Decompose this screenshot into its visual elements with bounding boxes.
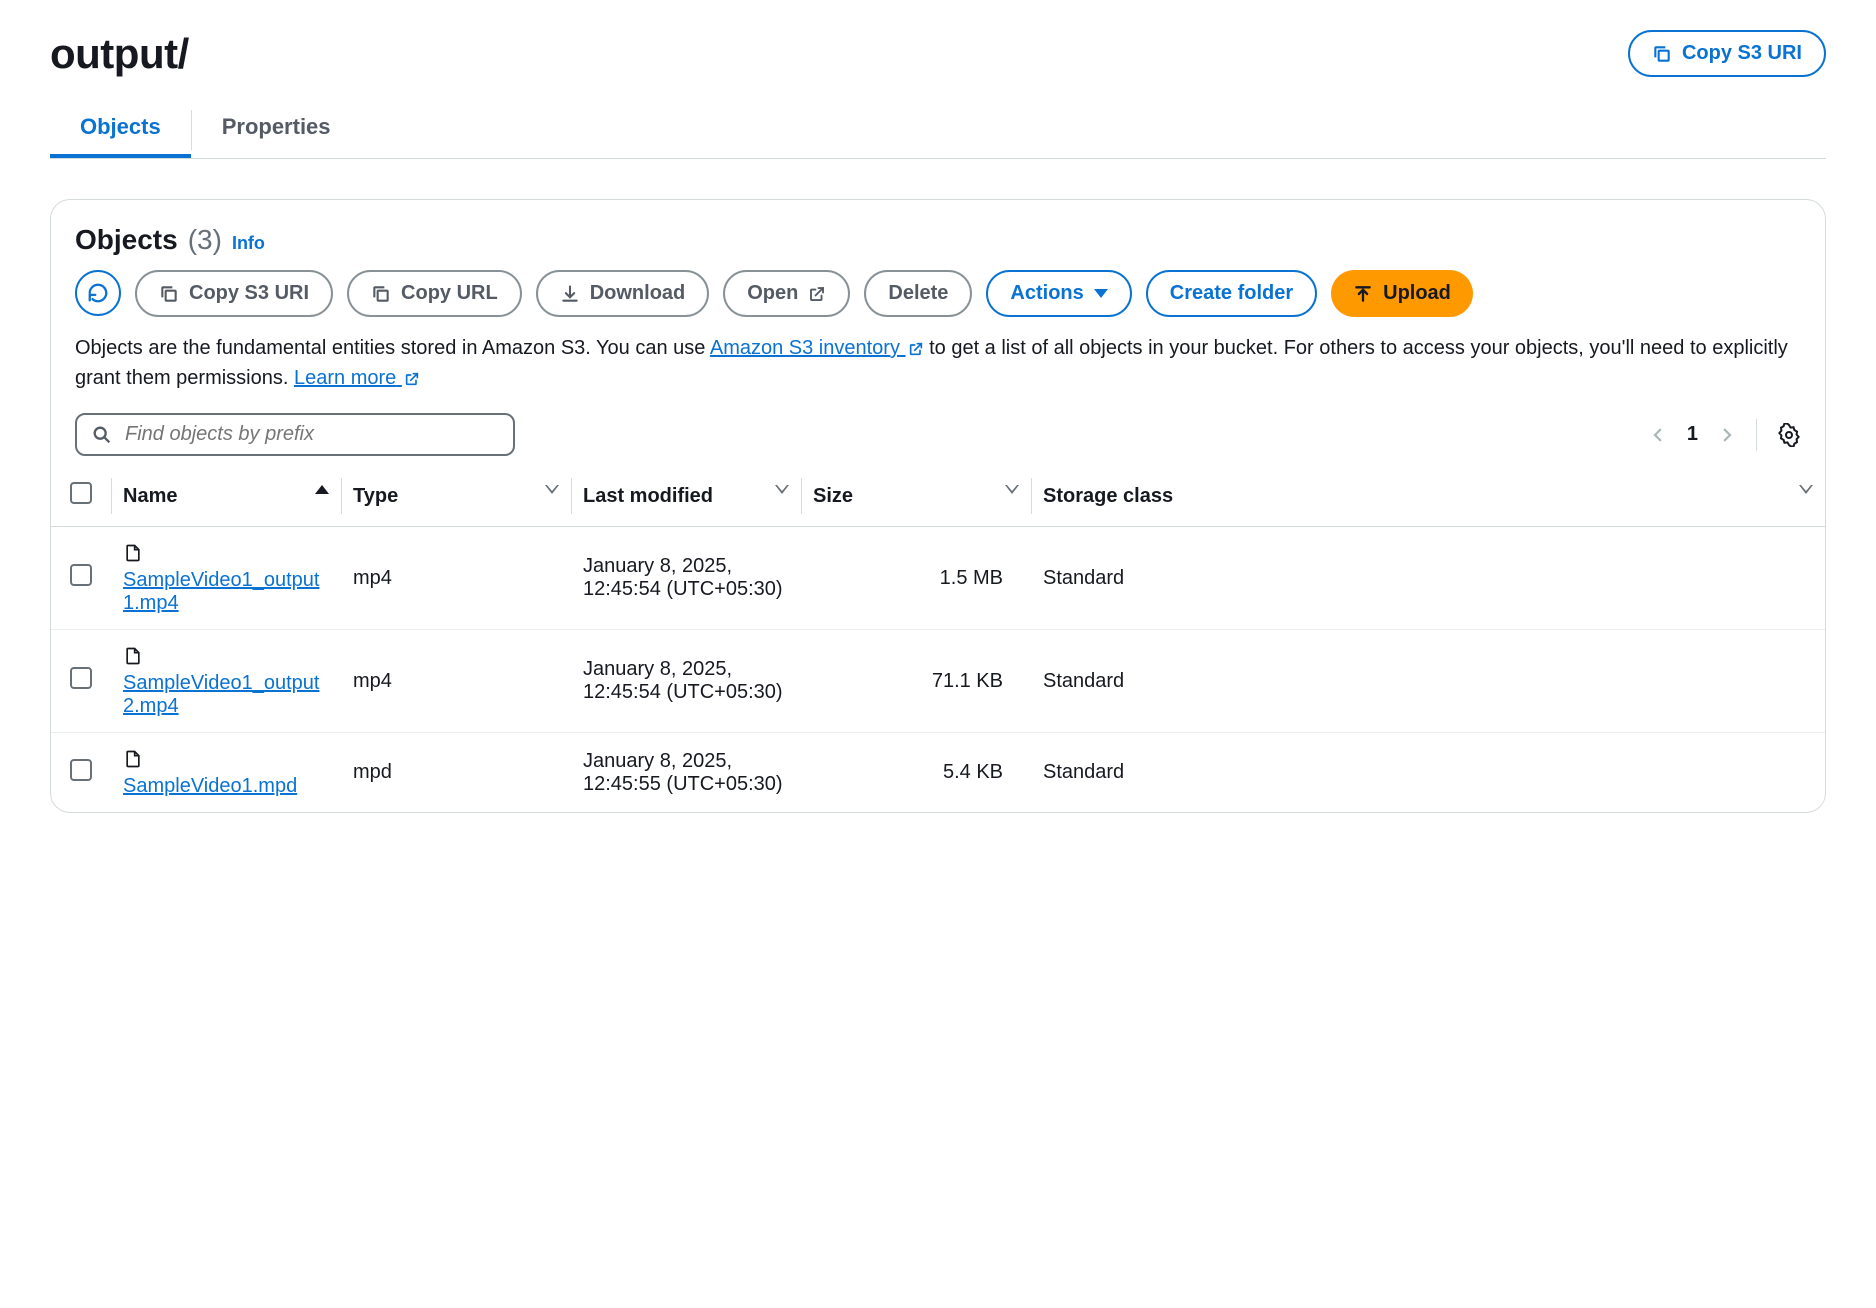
search-input[interactable]: [125, 423, 499, 446]
col-storage[interactable]: Storage class: [1031, 466, 1825, 527]
table-row: SampleVideo1_output2.mp4 mp4January 8, 20…: [51, 630, 1825, 733]
tab-objects[interactable]: Objects: [50, 102, 191, 158]
copy-s3-uri-label: Copy S3 URI: [1682, 42, 1802, 65]
upload-icon: [1353, 284, 1373, 304]
sort-asc-icon: [315, 485, 329, 494]
object-storage: Standard: [1031, 733, 1825, 813]
col-modified-label: Last modified: [583, 485, 713, 507]
tab-bar: Objects Properties: [50, 102, 1826, 159]
table-row: SampleVideo1_output1.mp4 mp4January 8, 20…: [51, 527, 1825, 630]
object-name-link[interactable]: SampleVideo1_output2.mp4: [123, 672, 329, 718]
copy-icon: [371, 284, 391, 304]
file-icon: [123, 747, 143, 771]
sort-icon: [1799, 485, 1813, 494]
file-icon: [123, 644, 143, 668]
copy-url-button[interactable]: Copy URL: [347, 270, 522, 317]
file-icon: [123, 541, 143, 565]
col-size-label: Size: [813, 485, 853, 507]
pagination: 1: [1649, 419, 1801, 451]
col-type-label: Type: [353, 485, 398, 507]
page-number: 1: [1687, 423, 1698, 446]
copy-s3-uri-button[interactable]: Copy S3 URI: [1628, 30, 1826, 77]
objects-panel: Objects (3) Info Copy S3 URI: [50, 199, 1826, 813]
desc-text: Objects are the fundamental entities sto…: [75, 337, 710, 359]
chevron-down-icon: [1094, 289, 1108, 298]
col-storage-label: Storage class: [1043, 485, 1173, 507]
download-icon: [560, 284, 580, 304]
panel-count: (3): [188, 224, 222, 256]
col-name[interactable]: Name: [111, 466, 341, 527]
table-row: SampleVideo1.mpd mpdJanuary 8, 2025, 12:4…: [51, 733, 1825, 813]
col-type[interactable]: Type: [341, 466, 571, 527]
object-size: 71.1 KB: [801, 630, 1031, 733]
row-checkbox[interactable]: [70, 667, 92, 689]
panel-title-row: Objects (3) Info: [75, 224, 1801, 256]
copy-icon: [1652, 44, 1672, 64]
object-name-link[interactable]: SampleVideo1_output1.mp4: [123, 569, 329, 615]
row-checkbox[interactable]: [70, 759, 92, 781]
tab-properties[interactable]: Properties: [192, 102, 361, 158]
create-folder-button[interactable]: Create folder: [1146, 270, 1317, 317]
object-size: 5.4 KB: [801, 733, 1031, 813]
object-modified: January 8, 2025, 12:45:54 (UTC+05:30): [571, 630, 801, 733]
select-all-checkbox[interactable]: [70, 482, 92, 504]
object-type: mp4: [341, 630, 571, 733]
create-folder-label: Create folder: [1170, 282, 1293, 305]
download-button[interactable]: Download: [536, 270, 710, 317]
delete-label: Delete: [888, 282, 948, 305]
object-size: 1.5 MB: [801, 527, 1031, 630]
page-title: output/: [50, 30, 189, 78]
next-page-button[interactable]: [1718, 426, 1736, 444]
learn-more-text: Learn more: [294, 367, 396, 389]
actions-label: Actions: [1010, 282, 1083, 305]
inventory-link-text: Amazon S3 inventory: [710, 337, 900, 359]
toolbar: Copy S3 URI Copy URL Download Open: [75, 270, 1801, 317]
external-link-icon: [908, 341, 924, 357]
delete-button[interactable]: Delete: [864, 270, 972, 317]
external-link-icon: [404, 371, 420, 387]
search-box[interactable]: [75, 413, 515, 456]
object-modified: January 8, 2025, 12:45:55 (UTC+05:30): [571, 733, 801, 813]
open-label: Open: [747, 282, 798, 305]
sort-icon: [1005, 485, 1019, 494]
refresh-button[interactable]: [75, 270, 121, 316]
object-type: mpd: [341, 733, 571, 813]
object-storage: Standard: [1031, 527, 1825, 630]
object-modified: January 8, 2025, 12:45:54 (UTC+05:30): [571, 527, 801, 630]
copy-s3-uri-toolbar-button[interactable]: Copy S3 URI: [135, 270, 333, 317]
inventory-link[interactable]: Amazon S3 inventory: [710, 337, 924, 359]
learn-more-link[interactable]: Learn more: [294, 367, 420, 389]
prev-page-button[interactable]: [1649, 426, 1667, 444]
col-size[interactable]: Size: [801, 466, 1031, 527]
col-name-label: Name: [123, 485, 177, 507]
row-checkbox[interactable]: [70, 564, 92, 586]
actions-button[interactable]: Actions: [986, 270, 1131, 317]
refresh-icon: [87, 282, 109, 304]
divider: [1756, 419, 1757, 451]
sort-icon: [775, 485, 789, 494]
page-header: output/ Copy S3 URI: [50, 30, 1826, 78]
copy-uri-label: Copy S3 URI: [189, 282, 309, 305]
upload-button[interactable]: Upload: [1331, 270, 1473, 317]
upload-label: Upload: [1383, 282, 1451, 305]
col-modified[interactable]: Last modified: [571, 466, 801, 527]
object-name-link[interactable]: SampleVideo1.mpd: [123, 775, 297, 798]
copy-icon: [159, 284, 179, 304]
settings-button[interactable]: [1777, 423, 1801, 447]
panel-description: Objects are the fundamental entities sto…: [75, 333, 1801, 393]
download-label: Download: [590, 282, 686, 305]
info-link[interactable]: Info: [232, 233, 265, 254]
object-storage: Standard: [1031, 630, 1825, 733]
copy-url-label: Copy URL: [401, 282, 498, 305]
external-link-icon: [808, 285, 826, 303]
sort-icon: [545, 485, 559, 494]
search-icon: [91, 424, 113, 446]
object-type: mp4: [341, 527, 571, 630]
open-button[interactable]: Open: [723, 270, 850, 317]
panel-title: Objects: [75, 224, 178, 256]
objects-table: Name Type Last modified Size: [51, 466, 1825, 812]
